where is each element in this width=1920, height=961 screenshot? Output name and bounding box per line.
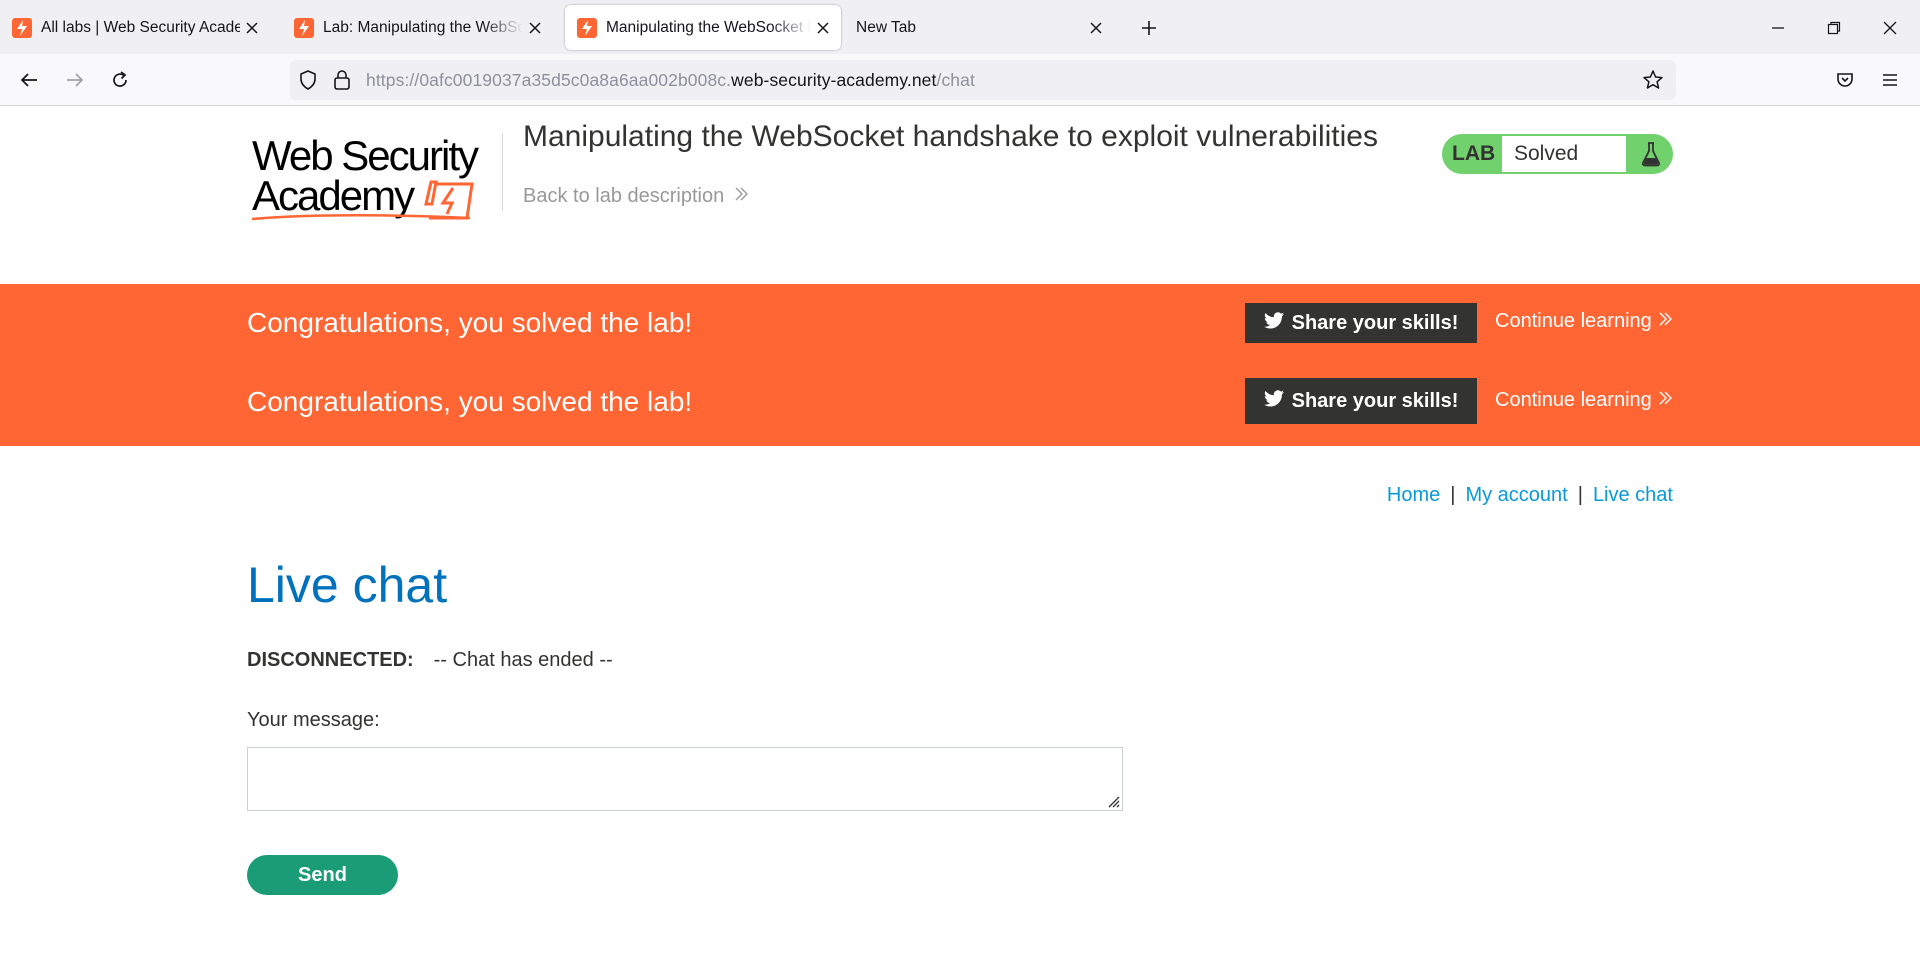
tab-close-icon[interactable] [244, 20, 260, 36]
back-to-lab-description-link[interactable]: Back to lab description [523, 185, 750, 208]
tab-label: All labs | Web Security Academy [41, 18, 240, 36]
tracking-protection-shield-icon[interactable] [297, 69, 319, 96]
tab-new-tab[interactable]: New Tab [844, 5, 1114, 50]
message-textarea[interactable] [247, 747, 1123, 811]
double-chevron-right-icon [734, 185, 750, 208]
send-button[interactable]: Send [247, 855, 398, 895]
site-nav: Home | My account | Live chat [1387, 484, 1673, 507]
continue-learning-label: Continue learning [1495, 310, 1652, 332]
twitter-icon [1263, 389, 1284, 413]
url-domain: web-security-academy.net [731, 70, 937, 90]
lab-title: Manipulating the WebSocket handshake to … [523, 120, 1378, 153]
browser-tab-strip: All labs | Web Security Academy Lab: Man… [0, 0, 1920, 54]
nav-my-account-link[interactable]: My account [1465, 484, 1567, 506]
tab-label: New Tab [856, 18, 917, 36]
tab-lab-description[interactable]: Lab: Manipulating the WebSocket handshak… [282, 5, 553, 50]
back-arrow-icon[interactable] [16, 67, 42, 93]
message-field-label: Your message: [247, 709, 380, 731]
congratulations-message: Congratulations, you solved the lab! [247, 307, 693, 338]
nav-live-chat-link[interactable]: Live chat [1593, 484, 1673, 506]
back-link-label: Back to lab description [523, 185, 725, 207]
tab-close-icon[interactable] [815, 20, 831, 36]
lab-status-value: Solved [1514, 142, 1579, 165]
tab-all-labs[interactable]: All labs | Web Security Academy [0, 5, 270, 50]
share-button-label: Share your skills! [1291, 389, 1459, 412]
lab-status-widget: LAB Solved [1442, 134, 1673, 174]
tab-current-lab[interactable]: Manipulating the WebSocket handshake [565, 5, 841, 50]
url-prefix: https://0afc0019037a35d5c0a8a6aa002b008c… [366, 70, 732, 90]
nav-home-link[interactable]: Home [1387, 484, 1440, 506]
share-your-skills-button[interactable]: Share your skills! [1245, 303, 1477, 343]
chat-message-sender: DISCONNECTED: [247, 649, 414, 671]
close-window-icon[interactable] [1876, 14, 1904, 42]
lab-status-label: LAB [1452, 142, 1496, 165]
browser-nav-bar: https://0afc0019037a35d5c0a8a6aa002b008c… [0, 54, 1920, 106]
nav-separator: | [1450, 484, 1456, 506]
twitter-icon [1263, 311, 1284, 335]
double-chevron-right-icon [1658, 310, 1674, 333]
logo-line2: Academy [252, 172, 415, 219]
continue-learning-link[interactable]: Continue learning [1495, 389, 1674, 412]
restore-icon[interactable] [1820, 14, 1848, 42]
lab-status-box: Solved [1502, 136, 1626, 172]
web-security-academy-favicon-icon [294, 17, 314, 38]
address-bar[interactable]: https://0afc0019037a35d5c0a8a6aa002b008c… [290, 60, 1676, 100]
page-title: Live chat [247, 557, 448, 613]
tab-label: Manipulating the WebSocket handshake [606, 18, 811, 36]
flask-icon [1628, 134, 1673, 174]
url-path: /chat [936, 70, 975, 90]
web-security-academy-logo[interactable]: Web Security Academy [250, 130, 502, 230]
double-chevron-right-icon [1658, 389, 1674, 412]
reload-icon[interactable] [107, 67, 133, 93]
congratulations-message: Congratulations, you solved the lab! [247, 386, 693, 417]
resize-handle-icon[interactable] [1106, 794, 1120, 808]
bookmark-star-icon[interactable] [1642, 69, 1664, 96]
lab-solved-banner: Congratulations, you solved the lab! Sha… [0, 284, 1920, 446]
share-your-skills-button[interactable]: Share your skills! [1245, 378, 1477, 424]
app-menu-icon[interactable] [1877, 67, 1903, 93]
minimize-icon[interactable] [1764, 14, 1792, 42]
chat-message-text: -- Chat has ended -- [433, 649, 613, 671]
share-button-label: Share your skills! [1291, 311, 1459, 334]
chat-message: DISCONNECTED: -- Chat has ended -- [247, 649, 613, 672]
url-text[interactable]: https://0afc0019037a35d5c0a8a6aa002b008c… [366, 70, 975, 91]
tab-close-icon[interactable] [1088, 20, 1104, 36]
continue-learning-label: Continue learning [1495, 389, 1652, 411]
pocket-icon[interactable] [1832, 67, 1858, 93]
forward-arrow-icon[interactable] [62, 67, 88, 93]
tab-label: Lab: Manipulating the WebSocket handshak… [323, 18, 523, 36]
new-tab-plus-icon[interactable] [1136, 15, 1162, 41]
banner-row: Congratulations, you solved the lab! Sha… [0, 295, 1920, 351]
web-security-academy-favicon-icon [577, 17, 597, 38]
nav-separator: | [1577, 484, 1583, 506]
lock-icon[interactable] [332, 69, 352, 96]
banner-row: Congratulations, you solved the lab! Sha… [0, 374, 1920, 430]
web-security-academy-favicon-icon [12, 17, 32, 38]
continue-learning-link[interactable]: Continue learning [1495, 310, 1674, 333]
header-divider [502, 133, 503, 211]
tab-close-icon[interactable] [527, 20, 543, 36]
